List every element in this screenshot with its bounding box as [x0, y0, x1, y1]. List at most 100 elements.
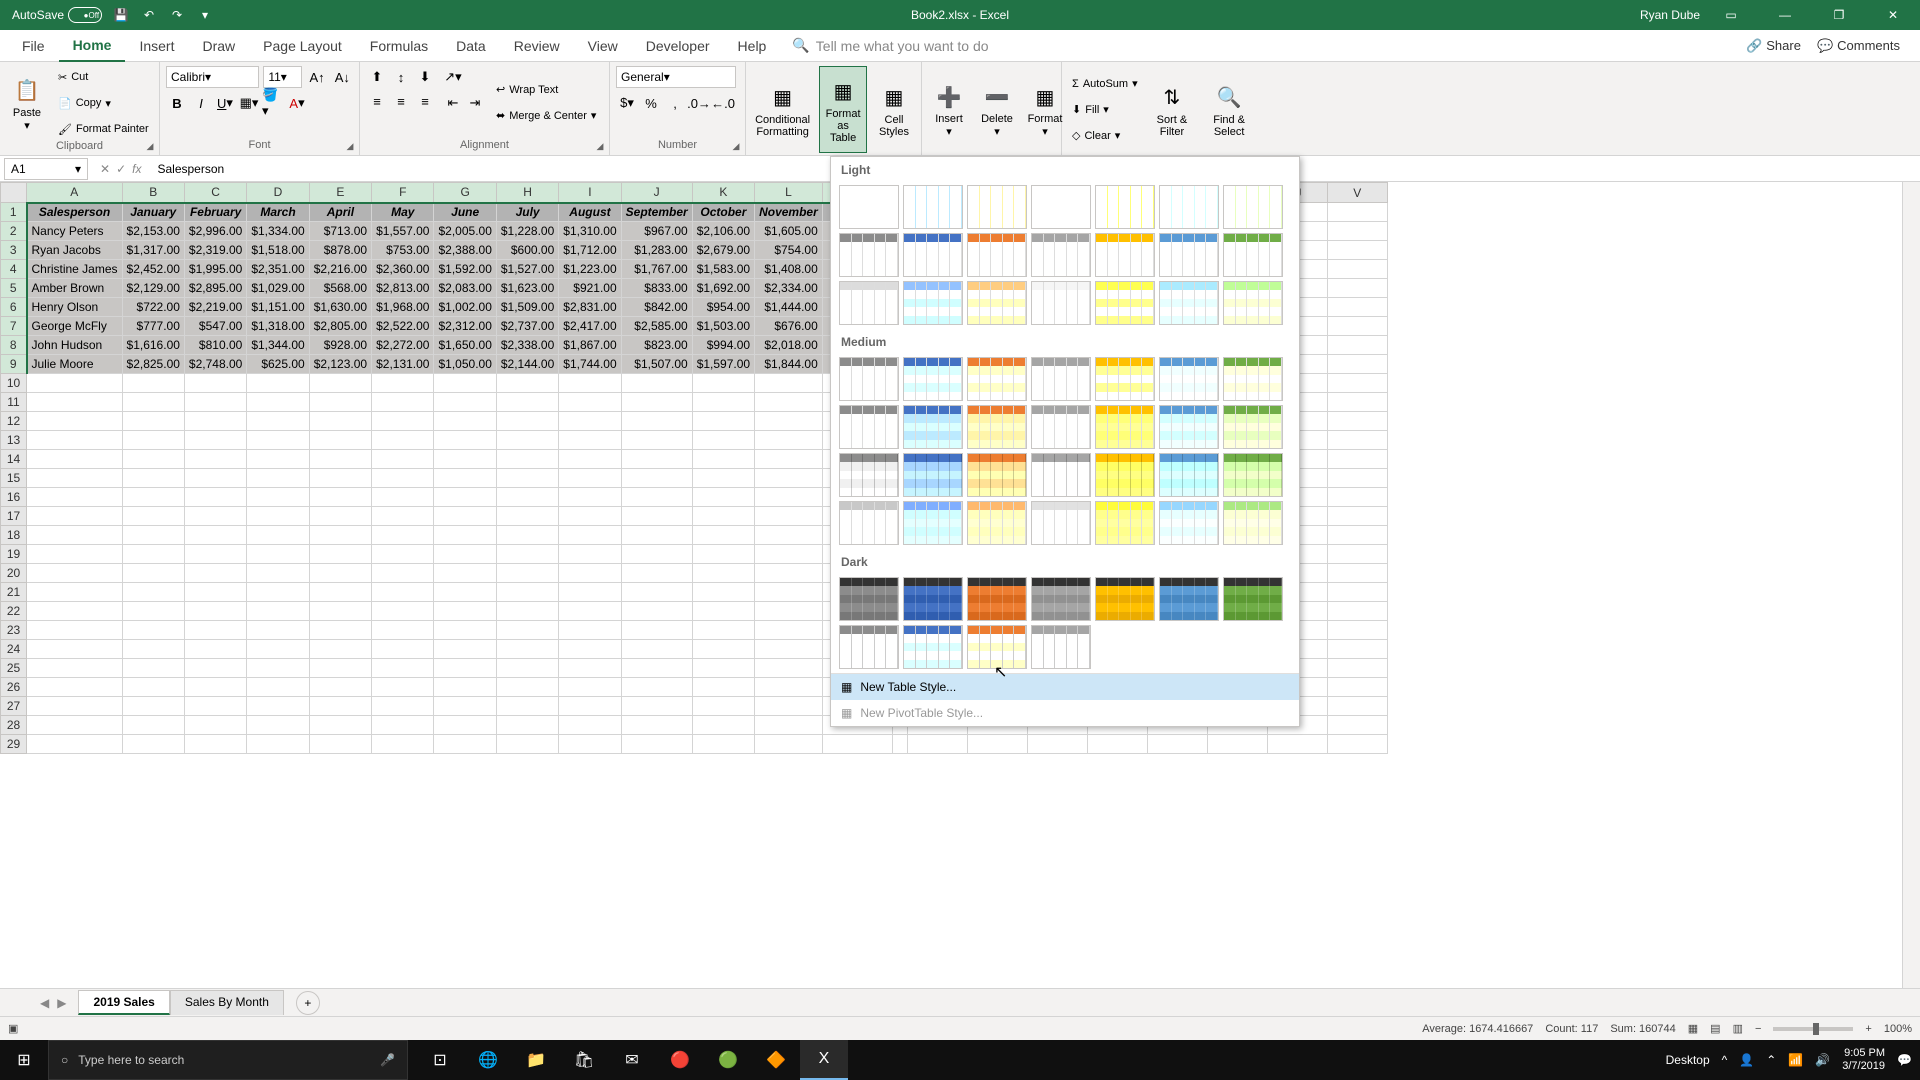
- cell[interactable]: $1,002.00: [434, 298, 496, 317]
- cell[interactable]: $2,360.00: [372, 260, 434, 279]
- cell[interactable]: $1,228.00: [496, 222, 558, 241]
- cell[interactable]: $2,895.00: [184, 279, 246, 298]
- table-style-swatch[interactable]: [1095, 577, 1155, 621]
- cell[interactable]: $833.00: [621, 279, 692, 298]
- close-icon[interactable]: ✕: [1870, 0, 1916, 30]
- column-header[interactable]: I: [559, 183, 621, 203]
- cell[interactable]: $2,452.00: [122, 260, 184, 279]
- cell[interactable]: $2,805.00: [309, 317, 371, 336]
- tab-formulas[interactable]: Formulas: [356, 30, 442, 62]
- cell[interactable]: $1,712.00: [559, 241, 621, 260]
- wifi-icon[interactable]: 📶: [1788, 1053, 1803, 1067]
- cell[interactable]: $2,083.00: [434, 279, 496, 298]
- table-style-swatch[interactable]: [839, 453, 899, 497]
- cell[interactable]: September: [621, 203, 692, 222]
- cell[interactable]: Nancy Peters: [27, 222, 123, 241]
- task-view-icon[interactable]: ⊡: [416, 1040, 464, 1080]
- table-style-swatch[interactable]: [1159, 281, 1219, 325]
- table-style-swatch[interactable]: [1095, 453, 1155, 497]
- comments-button[interactable]: 💬 Comments: [1817, 38, 1900, 54]
- cell[interactable]: $1,583.00: [692, 260, 754, 279]
- format-as-table-button[interactable]: ▦Format as Table: [819, 66, 867, 153]
- cell[interactable]: $994.00: [692, 336, 754, 355]
- cell[interactable]: $1,968.00: [372, 298, 434, 317]
- table-style-swatch[interactable]: [839, 233, 899, 277]
- enter-formula-icon[interactable]: ✓: [116, 162, 126, 176]
- cell[interactable]: George McFly: [27, 317, 123, 336]
- start-button[interactable]: ⊞: [0, 1040, 48, 1080]
- cell[interactable]: November: [755, 203, 823, 222]
- cell[interactable]: $1,334.00: [247, 222, 309, 241]
- grow-font-icon[interactable]: A↑: [306, 66, 327, 88]
- cell[interactable]: Salesperson: [27, 203, 123, 222]
- volume-icon[interactable]: 🔊: [1815, 1053, 1830, 1067]
- cell[interactable]: $1,616.00: [122, 336, 184, 355]
- table-style-swatch[interactable]: [1159, 357, 1219, 401]
- cell[interactable]: $1,527.00: [496, 260, 558, 279]
- cell[interactable]: $2,351.00: [247, 260, 309, 279]
- table-style-swatch[interactable]: [839, 625, 899, 669]
- file-explorer-icon[interactable]: 📁: [512, 1040, 560, 1080]
- cell[interactable]: $1,283.00: [621, 241, 692, 260]
- cell[interactable]: $2,831.00: [559, 298, 621, 317]
- table-style-swatch[interactable]: [903, 233, 963, 277]
- cell[interactable]: $2,106.00: [692, 222, 754, 241]
- table-style-swatch[interactable]: [1223, 453, 1283, 497]
- mic-icon[interactable]: 🎤: [380, 1053, 395, 1067]
- cell[interactable]: $1,650.00: [434, 336, 496, 355]
- format-cells-button[interactable]: ▦Format▾: [1024, 66, 1066, 153]
- cell[interactable]: $2,131.00: [372, 355, 434, 374]
- column-header[interactable]: B: [122, 183, 184, 203]
- column-header[interactable]: E: [309, 183, 371, 203]
- table-style-swatch[interactable]: [1223, 233, 1283, 277]
- font-color-icon[interactable]: A▾: [286, 92, 308, 114]
- tab-help[interactable]: Help: [724, 30, 781, 62]
- cell[interactable]: $1,744.00: [559, 355, 621, 374]
- column-header[interactable]: H: [496, 183, 558, 203]
- tell-me-search[interactable]: 🔍 Tell me what you want to do: [792, 37, 988, 54]
- cell[interactable]: $2,737.00: [496, 317, 558, 336]
- cell[interactable]: January: [122, 203, 184, 222]
- cell[interactable]: $777.00: [122, 317, 184, 336]
- table-style-swatch[interactable]: [903, 405, 963, 449]
- browser-icon[interactable]: 🔴: [656, 1040, 704, 1080]
- tab-insert[interactable]: Insert: [125, 30, 188, 62]
- cell[interactable]: $928.00: [309, 336, 371, 355]
- table-style-swatch[interactable]: [1223, 501, 1283, 545]
- tab-data[interactable]: Data: [442, 30, 500, 62]
- minimize-icon[interactable]: —: [1762, 0, 1808, 30]
- cell[interactable]: February: [184, 203, 246, 222]
- cell[interactable]: $1,050.00: [434, 355, 496, 374]
- decrease-decimal-icon[interactable]: ←.0: [712, 92, 734, 114]
- cell[interactable]: $625.00: [247, 355, 309, 374]
- cell[interactable]: $1,844.00: [755, 355, 823, 374]
- cell[interactable]: $2,334.00: [755, 279, 823, 298]
- table-style-swatch[interactable]: [1159, 405, 1219, 449]
- cell[interactable]: $921.00: [559, 279, 621, 298]
- table-style-swatch[interactable]: [1095, 357, 1155, 401]
- tab-file[interactable]: File: [8, 30, 59, 62]
- autosave-toggle[interactable]: AutoSave ● Off: [12, 7, 102, 23]
- cell[interactable]: $1,310.00: [559, 222, 621, 241]
- sheet-tab[interactable]: 2019 Sales: [78, 990, 169, 1015]
- table-style-swatch[interactable]: [903, 357, 963, 401]
- qat-icon[interactable]: ▾: [196, 6, 214, 24]
- table-style-swatch[interactable]: [967, 501, 1027, 545]
- cell[interactable]: $2,018.00: [755, 336, 823, 355]
- tray-clock[interactable]: 9:05 PM 3/7/2019: [1842, 1047, 1885, 1073]
- font-launcher-icon[interactable]: ◢: [343, 139, 357, 153]
- cell[interactable]: April: [309, 203, 371, 222]
- cell[interactable]: $1,623.00: [496, 279, 558, 298]
- table-style-swatch[interactable]: [839, 577, 899, 621]
- table-style-swatch[interactable]: [903, 625, 963, 669]
- cell[interactable]: $1,344.00: [247, 336, 309, 355]
- undo-icon[interactable]: ↶: [140, 6, 158, 24]
- cell[interactable]: $810.00: [184, 336, 246, 355]
- cell[interactable]: $2,005.00: [434, 222, 496, 241]
- shrink-font-icon[interactable]: A↓: [332, 66, 353, 88]
- column-header[interactable]: V: [1327, 183, 1387, 203]
- cell[interactable]: $754.00: [755, 241, 823, 260]
- italic-icon[interactable]: I: [190, 92, 212, 114]
- record-macro-icon[interactable]: ▣: [8, 1022, 18, 1035]
- cell[interactable]: $878.00: [309, 241, 371, 260]
